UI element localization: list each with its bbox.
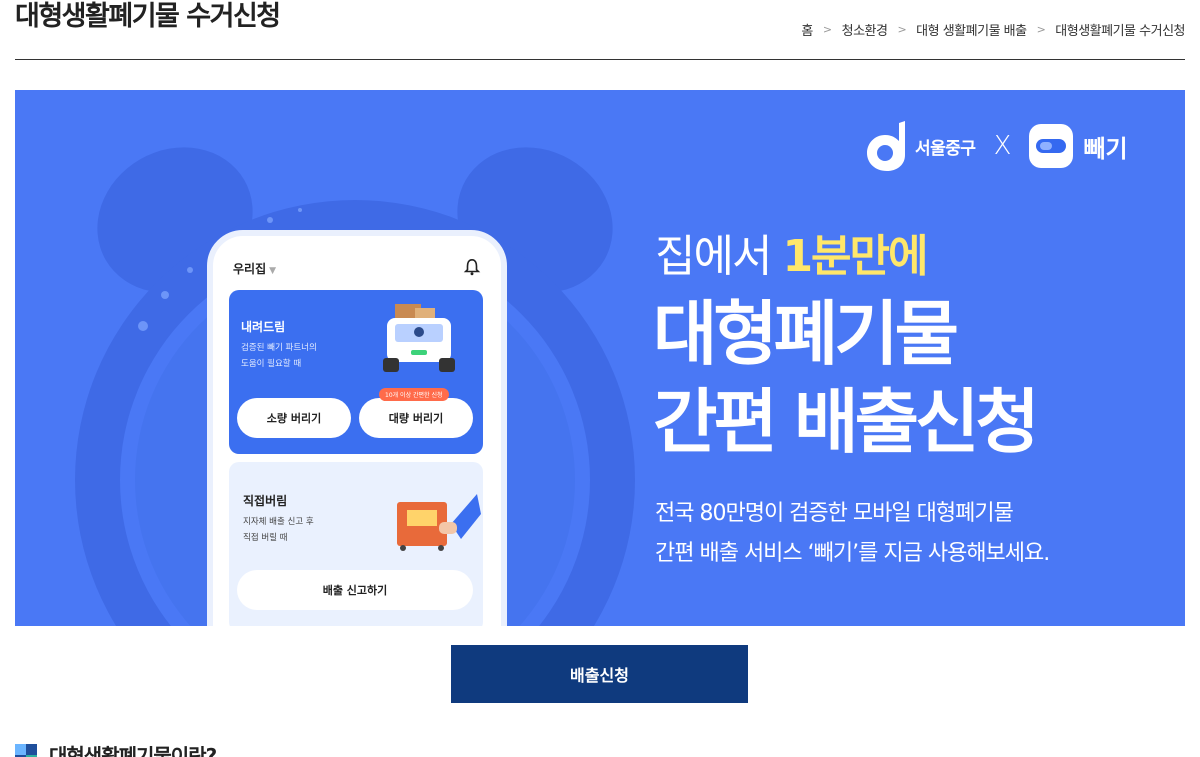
self-disposal-desc: 지자체 배출 신고 후 직접 버릴 때 — [243, 517, 314, 543]
easy-request-badge: 10개 이상 간편한 신청 — [379, 388, 449, 401]
bbaegi-logo-icon — [1029, 124, 1074, 168]
report-disposal-button: 배출 신고하기 — [237, 570, 473, 610]
section-title: 대형생활폐기물이란? — [49, 744, 217, 757]
phone-location: 우리집 ▼ — [233, 262, 277, 276]
chevron-right-icon: > — [822, 23, 832, 36]
small-disposal-button: 소량 버리기 — [237, 398, 351, 438]
app-name: 빼기 — [1083, 134, 1128, 163]
bell-icon — [463, 258, 481, 276]
partner-name: 서울중구 — [915, 138, 976, 159]
self-disposal-card: 직접버림 지자체 배출 신고 후 직접 버릴 때 배출 신고하기 — [229, 462, 483, 626]
times-symbol: X — [993, 131, 1012, 161]
breadcrumb-cleaning[interactable]: 청소환경 — [842, 20, 888, 39]
page-header: 대형생활폐기물 수거신청 홈 > 청소환경 > 대형 생활폐기물 배출 > 대형… — [15, 0, 1185, 60]
pickup-title: 내려드림 — [241, 320, 286, 334]
chevron-right-icon: > — [897, 23, 907, 36]
banner-headline-intro: 집에서 1분만에 — [655, 231, 929, 282]
box-hand-icon — [397, 494, 481, 551]
truck-icon — [383, 304, 455, 372]
junggu-logo-icon — [867, 121, 905, 171]
page-title: 대형생활폐기물 수거신청 — [15, 1, 281, 32]
pickup-card: 내려드림 검증된 빼기 파트너의 도움이 필요할 때 소량 버리기 대량 버리기… — [229, 290, 483, 454]
chevron-right-icon: > — [1036, 23, 1046, 36]
section-bullet-icon — [15, 743, 37, 757]
phone-mockup: 우리집 ▼ 내려드림 검증된 빼기 파트너의 도움이 필요할 때 소량 버리기 … — [207, 230, 507, 626]
apply-disposal-button[interactable]: 배출신청 — [451, 645, 748, 703]
partner-logos: 서울중구 X 빼기 — [863, 118, 1128, 174]
banner-headline: 대형폐기물 간편 배출신청 — [653, 293, 1040, 463]
breadcrumb-home[interactable]: 홈 — [801, 20, 813, 39]
breadcrumb-current[interactable]: 대형생활폐기물 수거신청 — [1055, 20, 1185, 39]
breadcrumb-bulky-waste[interactable]: 대형 생활폐기물 배출 — [916, 20, 1027, 39]
breadcrumb: 홈 > 청소환경 > 대형 생활폐기물 배출 > 대형생활폐기물 수거신청 — [801, 20, 1185, 39]
pickup-desc: 검증된 빼기 파트너의 도움이 필요할 때 — [241, 343, 317, 369]
section-heading: 대형생활폐기물이란? — [15, 740, 217, 757]
large-disposal-button: 대량 버리기 — [359, 398, 473, 438]
page: 대형생활폐기물 수거신청 홈 > 청소환경 > 대형 생활폐기물 배출 > 대형… — [0, 0, 1200, 757]
self-disposal-title: 직접버림 — [243, 494, 288, 508]
promo-banner: 우리집 ▼ 내려드림 검증된 빼기 파트너의 도움이 필요할 때 소량 버리기 … — [15, 90, 1185, 626]
banner-subtext: 전국 80만명이 검증한 모바일 대형폐기물 간편 배출 서비스 ‘빼기’를 지… — [655, 501, 1050, 566]
